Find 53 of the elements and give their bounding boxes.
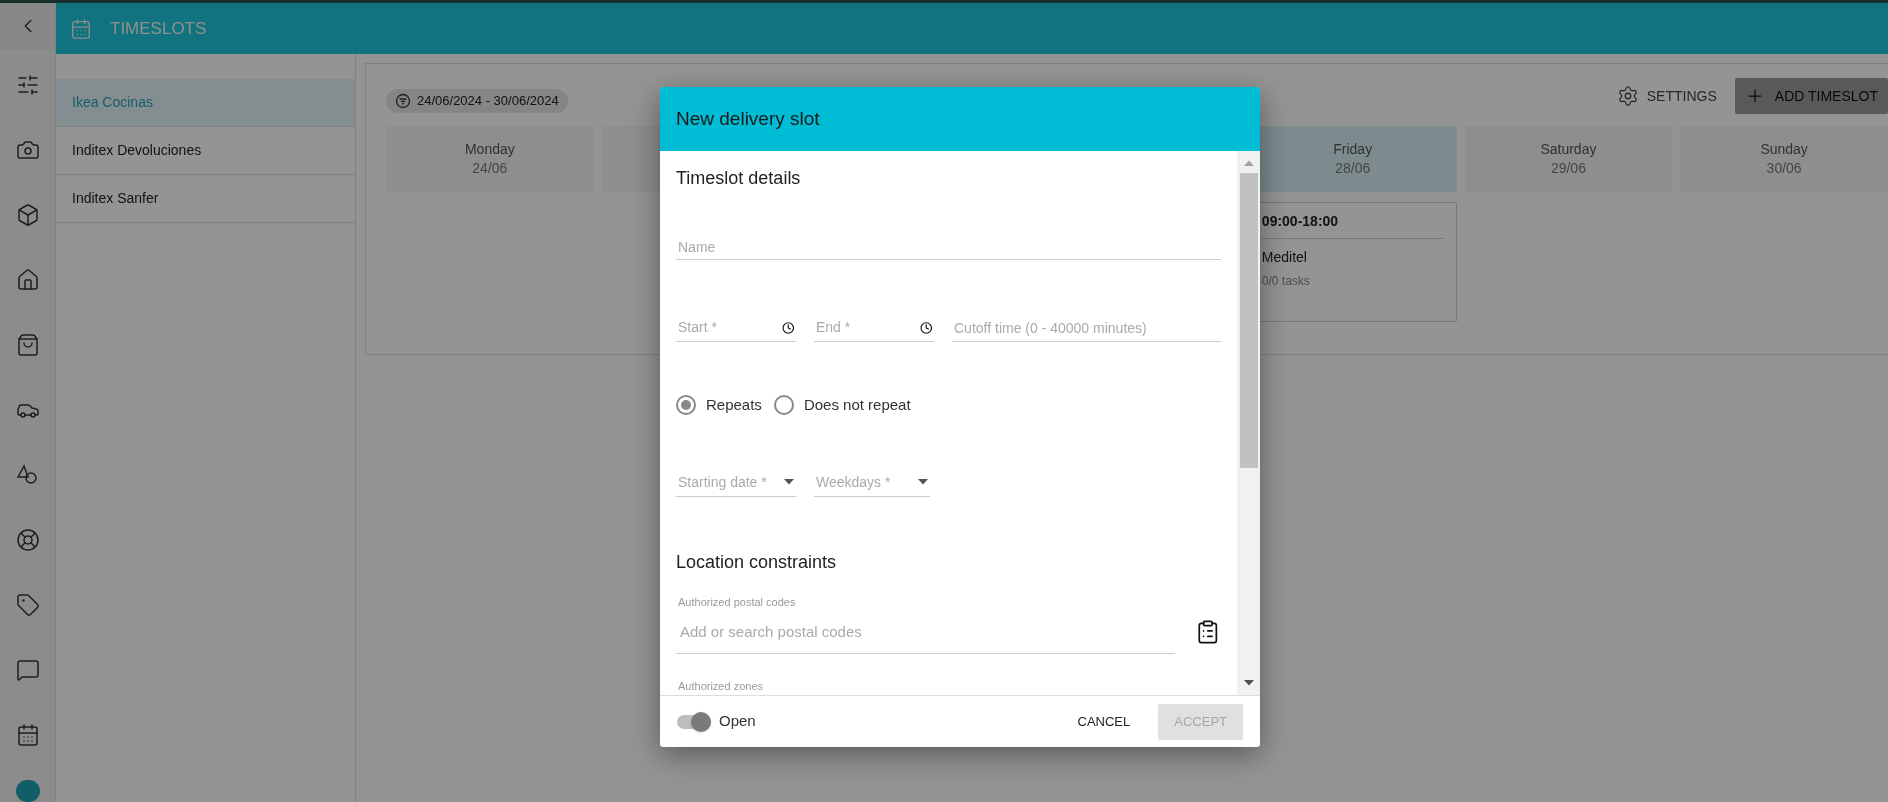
caret-icon	[918, 479, 928, 485]
scroll-down-icon[interactable]	[1243, 680, 1254, 686]
sidebar-item[interactable]: Inditex Devoluciones	[56, 127, 355, 175]
cancel-button[interactable]: CANCEL	[1061, 703, 1147, 740]
day-name: Sunday	[1760, 140, 1808, 159]
tag-icon[interactable]	[15, 592, 40, 617]
radio-label[interactable]: Repeats	[706, 394, 762, 417]
chat-icon[interactable]	[15, 657, 40, 682]
sidebar-item[interactable]: Inditex Sanfer	[56, 175, 355, 223]
calendar-icon	[70, 17, 92, 40]
cube-icon[interactable]	[15, 202, 40, 227]
caret-icon	[784, 479, 794, 485]
bag-icon[interactable]	[15, 332, 40, 357]
slot-tasks: 0/0 tasks	[1261, 273, 1311, 290]
filter-icon	[395, 93, 411, 109]
clock-icon[interactable]	[781, 320, 794, 335]
lifebuoy-icon[interactable]	[15, 527, 40, 552]
day-name: Friday	[1333, 140, 1373, 159]
calendar-icon[interactable]	[15, 722, 40, 747]
date-range: 24/06/2024 - 30/06/2024	[417, 92, 559, 111]
day-name: Monday	[464, 140, 515, 159]
add-timeslot-button[interactable]: ADD TIMESLOT	[1734, 78, 1888, 114]
dialog-title: New delivery slot	[676, 106, 820, 131]
section-heading: Location constraints	[676, 550, 838, 574]
field-label: Authorized zones	[677, 679, 764, 694]
home-icon[interactable]	[15, 267, 40, 292]
day-date: 24/06	[472, 159, 508, 178]
section-heading: Timeslot details	[676, 167, 802, 190]
radio-button[interactable]	[676, 395, 696, 416]
radio-label[interactable]: Does not repeat	[803, 394, 911, 417]
end-time-field[interactable]: End *	[816, 317, 920, 338]
clock-icon[interactable]	[919, 320, 932, 335]
start-time-field[interactable]: Start *	[678, 317, 782, 338]
page-title: TIMESLOTS	[110, 17, 207, 40]
radio-button[interactable]	[773, 395, 794, 416]
toggle-label: Open	[719, 711, 756, 732]
postal-codes-field[interactable]: Add or search postal codes	[676, 610, 1176, 654]
slot-name: Meditel	[1261, 248, 1308, 267]
sliders-icon[interactable]	[15, 72, 40, 97]
cutoff-time-field[interactable]: Cutoff time (0 - 40000 minutes)	[952, 314, 1221, 342]
date-range-chip[interactable]: 24/06/2024 - 30/06/2024	[386, 89, 568, 113]
day-date: 30/06	[1766, 159, 1802, 178]
name-field[interactable]: Name	[676, 234, 1221, 260]
day-name: Saturday	[1540, 140, 1597, 159]
settings-button[interactable]: SETTINGS	[1616, 85, 1717, 107]
shapes-icon[interactable]	[15, 462, 40, 487]
scrollbar[interactable]	[1237, 151, 1260, 695]
settings-icon	[1616, 85, 1639, 107]
toggle-switch[interactable]	[677, 714, 711, 729]
field-label: Authorized postal codes	[677, 594, 797, 610]
slot-time: 09:00-18:00	[1261, 211, 1444, 239]
day-date: 29/06	[1550, 159, 1586, 178]
day-date: 28/06	[1335, 159, 1371, 178]
